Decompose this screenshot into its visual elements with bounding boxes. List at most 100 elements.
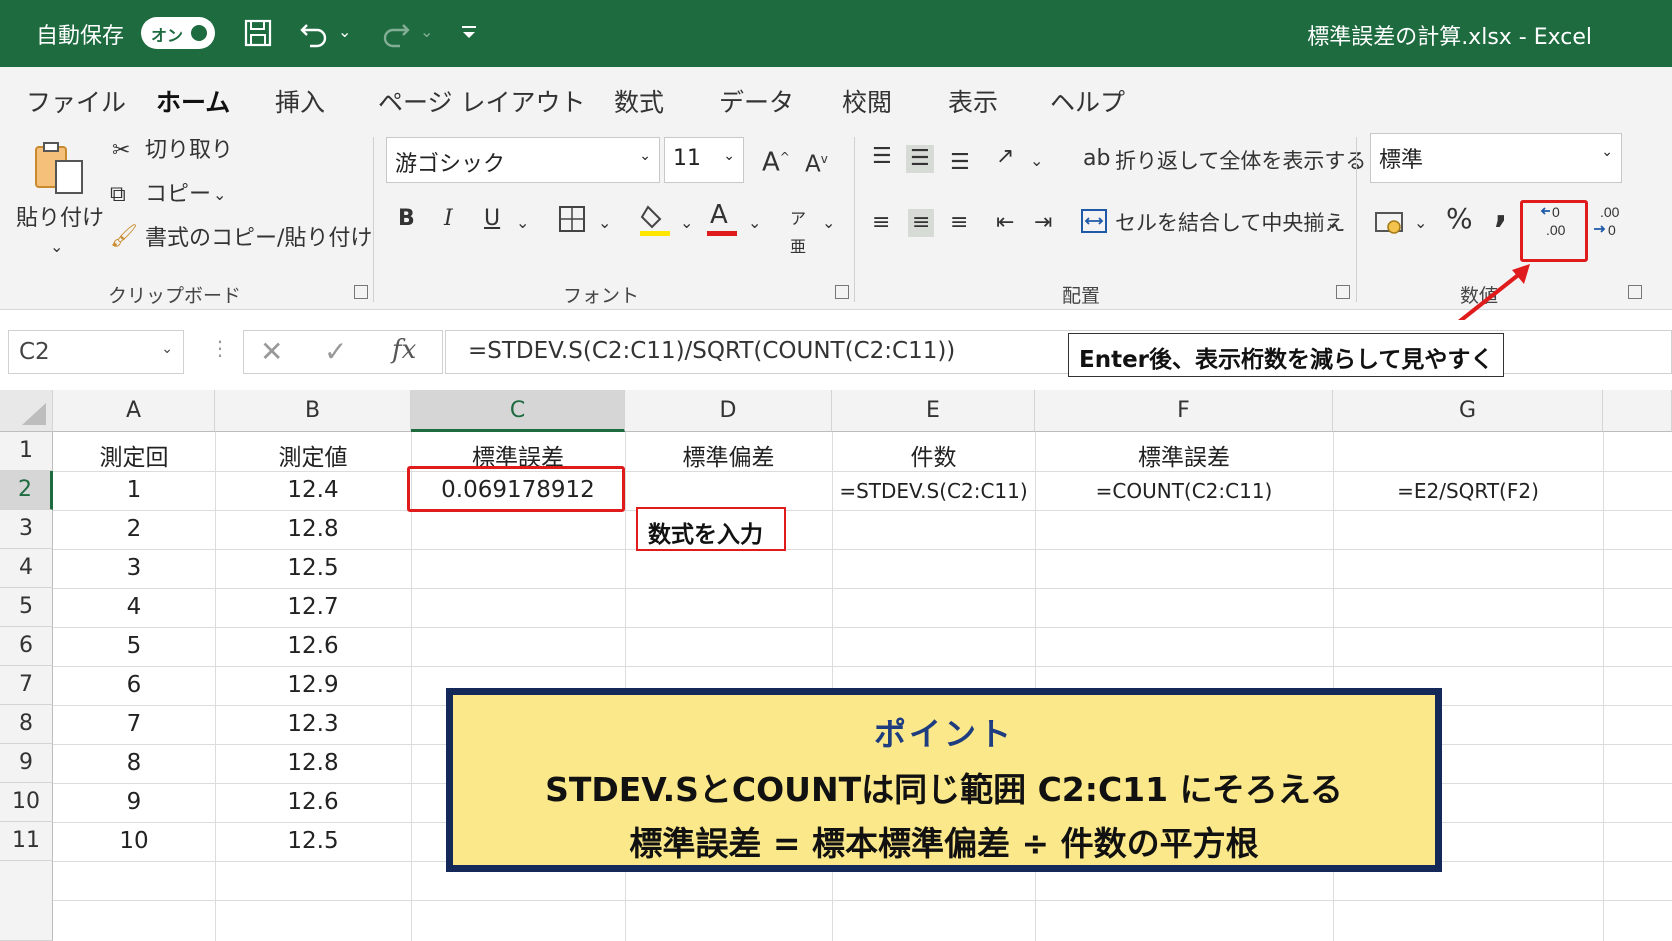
column-header-a[interactable]: A: [53, 390, 215, 432]
tab-view[interactable]: 表示: [948, 83, 998, 119]
align-bottom-icon[interactable]: ☰: [950, 149, 970, 177]
row-header-empty[interactable]: [0, 861, 53, 941]
font-launcher-icon[interactable]: [835, 285, 849, 299]
redo-icon[interactable]: [380, 17, 412, 56]
column-header-c[interactable]: C: [411, 390, 625, 432]
font-size-select[interactable]: 11 ⌄: [664, 137, 744, 183]
row-header[interactable]: 10: [0, 783, 53, 822]
fill-color-icon[interactable]: [640, 203, 670, 245]
orientation-dropdown-icon[interactable]: ⌄: [1030, 147, 1043, 175]
align-right-icon[interactable]: ≡: [950, 209, 968, 237]
cut-label[interactable]: 切り取り: [145, 137, 233, 165]
name-box[interactable]: C2 ⌄: [8, 330, 184, 374]
select-all-button[interactable]: [0, 390, 53, 432]
cell-a[interactable]: 6: [53, 666, 215, 705]
cell-a[interactable]: 10: [53, 822, 215, 861]
copy-icon[interactable]: ⧉: [110, 181, 126, 209]
fill-color-dropdown-icon[interactable]: ⌄: [680, 209, 693, 237]
borders-icon[interactable]: [558, 205, 586, 241]
accounting-dropdown-icon[interactable]: ⌄: [1414, 209, 1427, 237]
copy-dropdown-icon[interactable]: ⌄: [213, 181, 226, 209]
font-name-select[interactable]: 游ゴシック ⌄: [386, 137, 660, 183]
cell-g1[interactable]: [1333, 432, 1603, 471]
column-header-g[interactable]: G: [1333, 390, 1603, 432]
paste-icon[interactable]: [30, 139, 88, 205]
alignment-launcher-icon[interactable]: [1336, 285, 1350, 299]
tab-formulas[interactable]: 数式: [614, 83, 664, 119]
merge-center-icon[interactable]: [1080, 207, 1108, 243]
insert-function-icon[interactable]: fx: [392, 335, 416, 365]
cell-a[interactable]: 1: [53, 471, 215, 510]
format-painter-label[interactable]: 書式のコピー/貼り付け: [145, 225, 372, 253]
column-header-f[interactable]: F: [1035, 390, 1333, 432]
clipboard-launcher-icon[interactable]: [354, 285, 368, 299]
cell-a[interactable]: 5: [53, 627, 215, 666]
copy-label[interactable]: コピー: [145, 181, 211, 209]
decrease-font-icon[interactable]: Av: [805, 145, 828, 179]
cell-a[interactable]: 7: [53, 705, 215, 744]
cell-a[interactable]: 8: [53, 744, 215, 783]
increase-indent-icon[interactable]: ⇥: [1034, 209, 1052, 237]
cell-b[interactable]: 12.6: [215, 627, 411, 666]
align-left-icon[interactable]: ≡: [872, 209, 890, 237]
phonetic-icon[interactable]: ア亜: [790, 205, 806, 261]
row-header[interactable]: 6: [0, 627, 53, 666]
wrap-text-icon[interactable]: ab: [1083, 145, 1110, 173]
cell-a[interactable]: 3: [53, 549, 215, 588]
merge-dropdown-icon[interactable]: ⌄: [1326, 209, 1339, 237]
orientation-icon[interactable]: ↗: [996, 143, 1014, 171]
row-header[interactable]: 7: [0, 666, 53, 705]
tab-data[interactable]: データ: [719, 83, 794, 119]
underline-dropdown-icon[interactable]: ⌄: [516, 209, 529, 237]
cell-g2[interactable]: =E2/SQRT(F2): [1333, 471, 1603, 510]
undo-dropdown-icon[interactable]: ⌄: [338, 17, 351, 47]
merge-center-label[interactable]: セルを結合して中央揃え: [1115, 209, 1345, 237]
cell-b[interactable]: 12.9: [215, 666, 411, 705]
cell-b[interactable]: 12.3: [215, 705, 411, 744]
row-header[interactable]: 5: [0, 588, 53, 627]
cell-b[interactable]: 12.4: [215, 471, 411, 510]
cell-b[interactable]: 12.8: [215, 510, 411, 549]
bold-button[interactable]: B: [398, 205, 415, 233]
underline-button[interactable]: U: [484, 205, 500, 233]
enter-icon[interactable]: ✓: [324, 335, 347, 368]
save-icon[interactable]: [242, 17, 274, 56]
decrease-decimal-icon[interactable]: .00 0: [1592, 201, 1628, 249]
percent-button[interactable]: %: [1446, 205, 1473, 233]
column-header-empty[interactable]: [1603, 390, 1672, 432]
row-header[interactable]: 2: [0, 471, 53, 510]
column-header-b[interactable]: B: [215, 390, 411, 432]
cell-b[interactable]: 12.5: [215, 822, 411, 861]
formula-bar-splitter-icon[interactable]: ⋮: [210, 336, 230, 360]
column-header-d[interactable]: D: [625, 390, 832, 432]
tab-insert[interactable]: 挿入: [275, 83, 325, 119]
undo-icon[interactable]: [298, 17, 330, 56]
font-color-button[interactable]: A: [707, 201, 737, 236]
font-color-dropdown-icon[interactable]: ⌄: [748, 209, 761, 237]
accounting-format-icon[interactable]: [1374, 209, 1406, 245]
row-header[interactable]: 1: [0, 432, 53, 471]
row-header[interactable]: 11: [0, 822, 53, 861]
wrap-text-label[interactable]: 折り返して全体を表示する: [1115, 147, 1366, 175]
row-header[interactable]: 4: [0, 549, 53, 588]
tab-review[interactable]: 校閲: [842, 83, 892, 119]
column-header-e[interactable]: E: [832, 390, 1035, 432]
increase-font-icon[interactable]: A^: [762, 143, 790, 177]
cell-b1[interactable]: 測定値: [215, 432, 411, 471]
row-header[interactable]: 8: [0, 705, 53, 744]
cell-e2[interactable]: =STDEV.S(C2:C11): [832, 471, 1035, 510]
align-center-icon[interactable]: ≡: [908, 209, 935, 237]
cell-e1[interactable]: 件数: [832, 432, 1035, 471]
align-middle-icon[interactable]: ☰: [906, 145, 934, 173]
borders-dropdown-icon[interactable]: ⌄: [598, 209, 611, 237]
italic-button[interactable]: I: [444, 205, 453, 233]
cell-b[interactable]: 12.6: [215, 783, 411, 822]
row-header[interactable]: 9: [0, 744, 53, 783]
tab-home[interactable]: ホーム: [156, 83, 231, 131]
cell-d1[interactable]: 標準偏差: [625, 432, 832, 471]
align-top-icon[interactable]: ☰: [872, 143, 892, 171]
cell-a[interactable]: 4: [53, 588, 215, 627]
paste-dropdown-icon[interactable]: ⌄: [50, 233, 63, 261]
cell-f1[interactable]: 標準誤差: [1035, 432, 1333, 471]
cell-a1[interactable]: 測定回: [53, 432, 215, 471]
